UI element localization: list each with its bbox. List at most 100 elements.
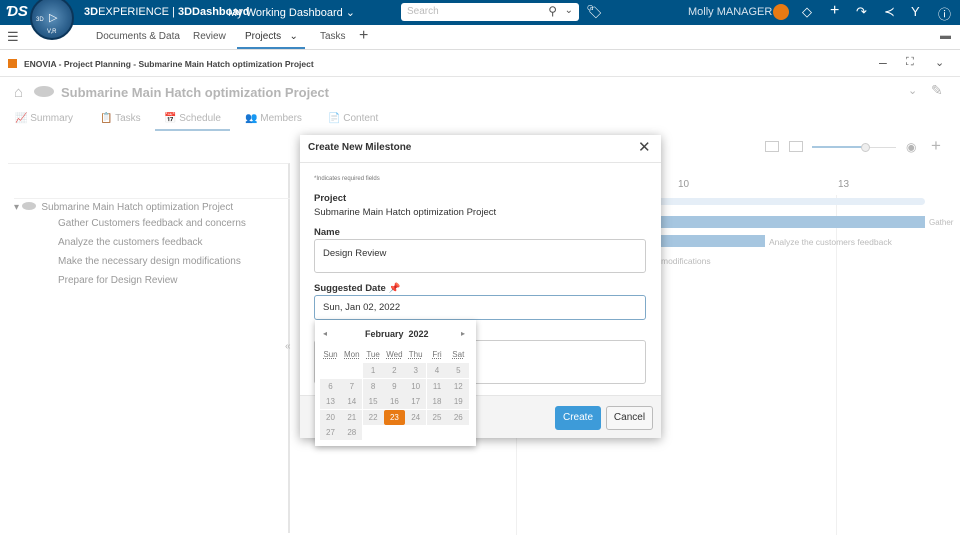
calendar-day[interactable]: 20 xyxy=(320,409,341,425)
tab-tasks[interactable]: Tasks xyxy=(320,31,346,42)
calendar-day[interactable]: 17 xyxy=(405,394,427,409)
divider xyxy=(300,162,661,163)
eye-icon[interactable]: ◉ xyxy=(906,140,916,154)
calendar-day[interactable]: 7 xyxy=(341,378,363,394)
active-tab-indicator xyxy=(155,129,230,131)
calendar-day[interactable]: 22 xyxy=(362,409,384,425)
dashboard-selector[interactable]: My Working Dashboard ⌄ xyxy=(228,6,355,19)
calendar-day[interactable]: 21 xyxy=(341,409,363,425)
tab-label: Summary xyxy=(30,113,74,124)
tab-tasks[interactable]: 📋 Tasks xyxy=(100,113,141,124)
menu-toggle-icon[interactable]: ☰ xyxy=(7,29,19,45)
prev-month-icon[interactable]: ◂ xyxy=(323,329,327,338)
gantt-bar-label: Analyze the customers feedback xyxy=(769,237,892,247)
zoom-slider-handle[interactable] xyxy=(861,143,870,152)
home-icon[interactable]: ⌂ xyxy=(14,84,23,101)
chevron-down-icon[interactable]: ⌄ xyxy=(565,5,573,16)
calendar-day[interactable]: 27 xyxy=(320,425,341,440)
calendar-day[interactable]: 12 xyxy=(447,378,469,394)
calendar-day[interactable]: 11 xyxy=(426,378,448,394)
chevron-down-icon[interactable]: ⌄ xyxy=(935,56,944,69)
tab-label: Members xyxy=(260,113,302,124)
search-icon[interactable]: ⚲ xyxy=(548,4,557,18)
calendar-day[interactable]: 10 xyxy=(405,378,427,394)
close-icon[interactable]: ✕ xyxy=(638,138,651,156)
calendar-day[interactable]: 16 xyxy=(383,394,405,409)
apps-icon[interactable]: Y xyxy=(911,4,920,19)
collapse-panel-icon[interactable]: « xyxy=(285,341,291,352)
tree-row-root[interactable]: ▾ Submarine Main Hatch optimization Proj… xyxy=(14,198,290,213)
share-icon[interactable]: ↷ xyxy=(856,4,867,20)
tab-summary[interactable]: 📈 Summary xyxy=(15,113,73,124)
edit-icon[interactable]: ✎ xyxy=(931,82,943,99)
tab-content[interactable]: 📄 Content xyxy=(328,113,378,124)
weekday-header: Sat xyxy=(452,350,465,359)
gantt-bar-label: modifications xyxy=(661,256,711,266)
project-icon xyxy=(34,86,54,97)
calendar-day[interactable]: 9 xyxy=(383,378,405,394)
enovia-icon xyxy=(8,59,17,68)
fullscreen-icon[interactable]: ⛶ xyxy=(906,56,914,69)
next-month-icon[interactable]: ▸ xyxy=(461,329,465,338)
user-name[interactable]: Molly MANAGER xyxy=(688,6,772,18)
chevron-down-icon[interactable]: ⌄ xyxy=(908,84,917,97)
tree-row[interactable]: Prepare for Design Review xyxy=(58,275,178,286)
add-icon[interactable]: + xyxy=(830,2,839,20)
tab-label: Projects xyxy=(245,31,282,42)
pin-icon[interactable]: 📌 xyxy=(388,283,400,294)
tab-review[interactable]: Review xyxy=(193,31,226,42)
network-icon[interactable]: ≺ xyxy=(884,4,895,20)
calendar-day-selected[interactable]: 23 xyxy=(383,409,405,425)
calendar-day[interactable]: 26 xyxy=(447,409,469,425)
calendar-day[interactable]: 3 xyxy=(405,363,427,378)
name-label: Name xyxy=(314,227,340,238)
calendar-day[interactable]: 25 xyxy=(426,409,448,425)
tag-icon[interactable]: 🏷 xyxy=(586,4,603,20)
zoom-slider-fill xyxy=(812,146,864,148)
calendar-day[interactable]: 4 xyxy=(426,363,448,378)
tree-row[interactable]: Analyze the customers feedback xyxy=(58,237,203,248)
help-icon[interactable]: ⓘ xyxy=(938,4,951,23)
minimize-icon[interactable]: – xyxy=(879,54,887,70)
calendar-day[interactable]: 13 xyxy=(320,394,341,409)
expand-icon[interactable] xyxy=(789,141,803,152)
divider xyxy=(0,76,960,77)
tab-projects[interactable]: Projects ⌄ xyxy=(245,31,298,42)
cancel-button[interactable]: Cancel xyxy=(606,406,653,430)
timeline-tick: 13 xyxy=(838,179,850,190)
tab-documents[interactable]: Documents & Data xyxy=(96,31,180,42)
add-tab-icon[interactable]: + xyxy=(359,27,368,45)
date-picker: ◂ February 2022 ▸ Sun Mon Tue Wed Thu Fri Sat 1… xyxy=(315,320,476,446)
search-input[interactable]: Search ⚲ ⌄ xyxy=(401,3,579,21)
calendar-day[interactable]: 28 xyxy=(341,425,363,440)
calendar-day[interactable]: 5 xyxy=(447,363,469,378)
zoom-slider[interactable] xyxy=(812,143,896,152)
weekday-header: Wed xyxy=(386,350,403,359)
create-button[interactable]: Create xyxy=(555,406,601,430)
avatar[interactable] xyxy=(773,4,789,20)
weekday-header: Sun xyxy=(323,350,338,359)
calendar-day[interactable]: 14 xyxy=(341,394,363,409)
calendar-day[interactable]: 1 xyxy=(362,363,384,378)
tab-schedule[interactable]: 📅 Schedule xyxy=(164,113,221,124)
add-icon[interactable]: + xyxy=(931,136,941,156)
compass-label: V,R xyxy=(47,29,57,35)
calendar-day[interactable]: 24 xyxy=(405,409,427,425)
ds-logo-icon[interactable]: ƊS xyxy=(6,3,28,20)
calendar-day[interactable]: 15 xyxy=(362,394,384,409)
calendar-day[interactable]: 18 xyxy=(426,394,448,409)
calendar-day[interactable]: 2 xyxy=(383,363,405,378)
calendar-day[interactable]: 6 xyxy=(320,378,341,394)
brand-rest: EXPERIENCE | xyxy=(98,6,178,18)
tab-members[interactable]: 👥 Members xyxy=(245,113,302,124)
calendar-day[interactable]: 8 xyxy=(362,378,384,394)
fit-icon[interactable] xyxy=(765,141,779,152)
chat-icon[interactable]: ▬ xyxy=(940,30,951,42)
tree-row[interactable]: Gather Customers feedback and concerns xyxy=(58,218,246,229)
tree-row[interactable]: Make the necessary design modifications xyxy=(58,256,241,267)
name-input[interactable]: Design Review xyxy=(314,239,646,273)
calendar-day[interactable]: 19 xyxy=(447,394,469,409)
bell-icon[interactable]: ◇ xyxy=(802,4,812,20)
search-placeholder: Search xyxy=(407,6,439,17)
suggested-date-input[interactable]: Sun, Jan 02, 2022 xyxy=(314,295,646,320)
